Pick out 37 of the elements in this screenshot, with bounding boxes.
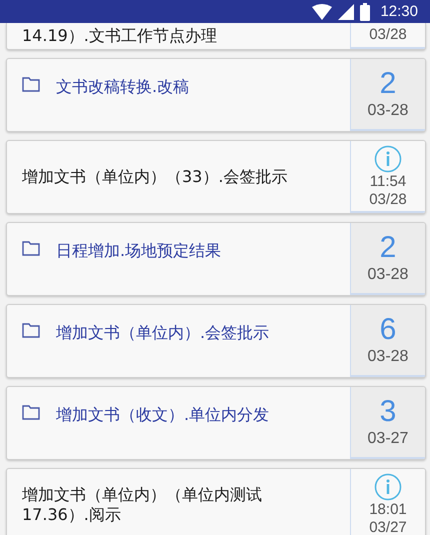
item-count: 3 [380,395,396,429]
item-date: 03/28 [369,26,407,44]
info-icon [374,145,402,173]
item-title: 文书改稿转换.改稿 [56,77,190,97]
item-title: 14.19）.文书工作节点办理 [22,26,218,46]
item-count: 6 [380,313,396,347]
folder-icon [22,405,40,420]
status-time: 12:30 [380,3,418,20]
list-item[interactable]: 增加文书（单位内）（单位内测试17.36）.阅示 18:01 03/27 [6,468,426,535]
wifi-icon [312,4,332,20]
list-item[interactable]: 增加文书（收文）.单位内分发 3 03-27 [6,386,426,460]
item-title: 增加文书（单位内）.会签批示 [56,323,270,343]
item-title: 增加文书（收文）.单位内分发 [56,405,270,425]
list-item[interactable]: 增加文书（单位内）（33）.会签批示 11:54 03/28 [6,140,426,214]
folder-icon [22,323,40,338]
item-date: 03-28 [368,101,408,121]
item-title: 增加文书（单位内）（单位内测试17.36）.阅示 [22,485,263,525]
item-count: 2 [380,67,396,101]
item-date: 03/28 [369,191,407,209]
item-date: 03-27 [368,429,408,449]
item-title: 日程增加.场地预定结果 [56,241,222,261]
list-item[interactable]: 日程增加.场地预定结果 2 03-28 [6,222,426,296]
item-date: 03-28 [368,265,408,285]
list-item[interactable]: 文书改稿转换.改稿 2 03-28 [6,58,426,132]
list-item[interactable]: 增加文书（单位内）.会签批示 6 03-28 [6,304,426,378]
battery-icon [360,2,370,20]
info-icon [374,473,402,501]
folder-icon [22,77,40,92]
signal-icon [338,4,354,20]
folder-icon [22,241,40,256]
item-time: 11:54 [370,173,406,191]
item-title: 增加文书（单位内）（33）.会签批示 [22,167,288,187]
list-item[interactable]: 14.19）.文书工作节点办理 03/28 [6,23,426,50]
item-time: 18:01 [369,501,407,519]
item-count: 2 [380,231,396,265]
item-date: 03/27 [369,519,407,535]
item-date: 03-28 [368,347,408,367]
